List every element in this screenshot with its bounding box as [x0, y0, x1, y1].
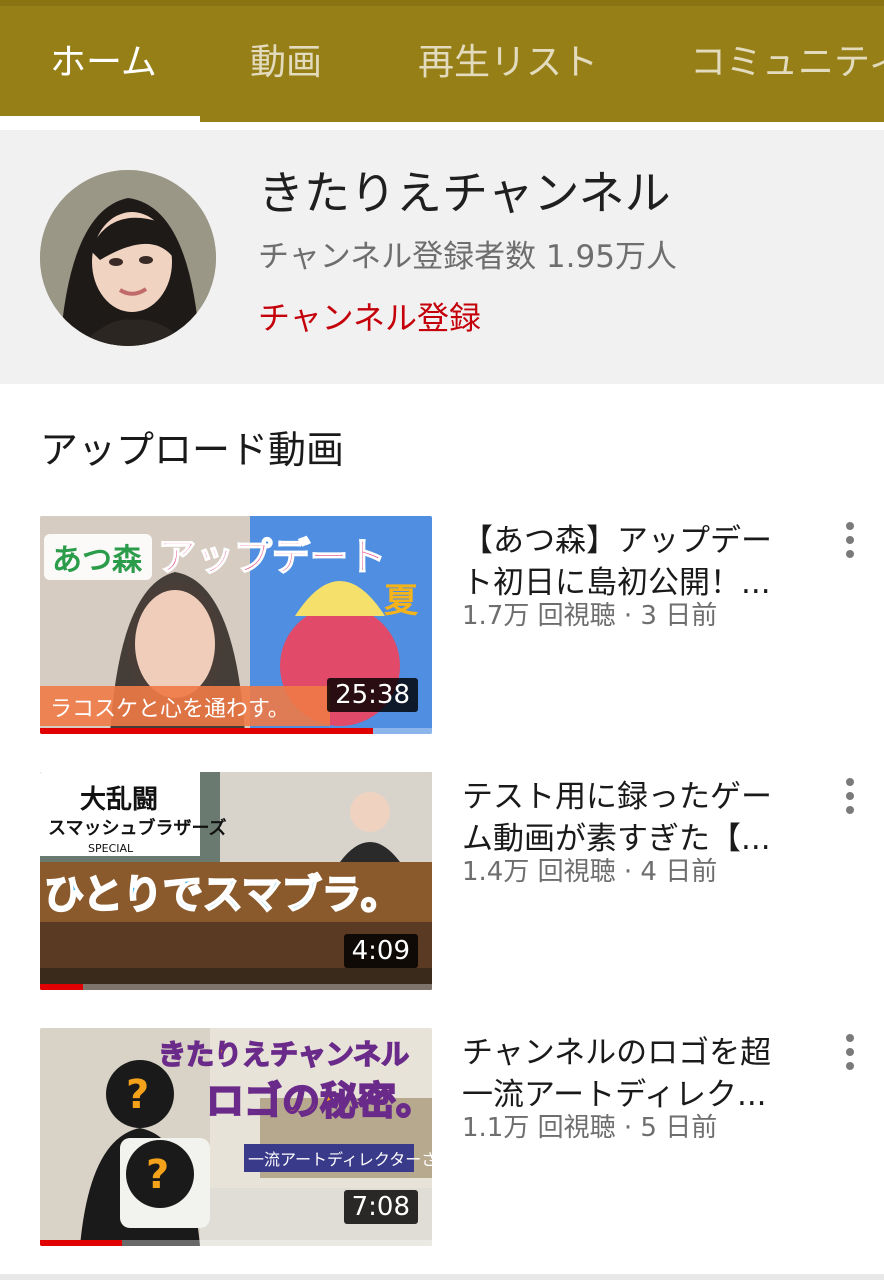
video-item[interactable]: ? ? きたりえチャンネル ロゴの秘密。 一流アートディレクターさん 7:08 …	[0, 1028, 884, 1248]
watch-progress-fill	[40, 728, 374, 734]
uploads-section-title: アップロード動画	[40, 428, 345, 472]
active-tab-indicator	[0, 116, 200, 122]
thumb-season-text: 夏	[384, 581, 419, 621]
channel-name: きたりえチャンネル	[258, 166, 671, 220]
thumb-logo-text: 大乱闘	[80, 785, 158, 815]
video-duration: 4:09	[343, 934, 418, 968]
more-options-icon[interactable]	[836, 1030, 864, 1074]
video-meta: 1.1万 回視聴 · 5 日前	[462, 1113, 718, 1143]
thumb-logo-text: スマッシュブラザーズ	[48, 817, 227, 839]
video-title-line: テスト用に録ったゲー	[462, 779, 772, 815]
avatar-portrait-image	[40, 170, 216, 346]
watch-progress-fill	[40, 1240, 123, 1246]
bottom-divider	[0, 1274, 884, 1280]
watch-progress-track	[40, 984, 432, 990]
thumb-headline-text: ひとりでスマブラ。	[44, 872, 401, 918]
video-meta: 1.4万 回視聴 · 4 日前	[462, 857, 718, 887]
channel-header: きたりえチャンネル チャンネル登録者数 1.95万人 チャンネル登録	[0, 130, 884, 384]
tab-videos[interactable]: 動画	[250, 38, 322, 88]
watch-progress-fill	[40, 984, 84, 990]
thumb-headline-text: アップデート	[158, 535, 386, 579]
tabbar-top-edge	[0, 0, 884, 6]
video-title[interactable]: チャンネルのロゴを超 一流アートディレク...	[462, 1032, 822, 1116]
thumb-headline-text: ロゴの秘密。	[206, 1079, 432, 1123]
video-item[interactable]: あつ森 アップデート 夏 ラコスケと心を通わす。 25:38 【あつ森】アップデ…	[0, 516, 884, 736]
more-options-icon[interactable]	[836, 774, 864, 818]
tab-community[interactable]: コミュニティ	[690, 38, 884, 88]
video-title[interactable]: 【あつ森】アップデー ト初日に島初公開！...	[462, 520, 822, 604]
thumb-caption-text: ラコスケと心を通わす。	[50, 697, 290, 722]
video-title-line: 【あつ森】アップデー	[462, 523, 772, 559]
channel-avatar[interactable]	[40, 170, 216, 346]
thumb-question-mark: ?	[126, 1072, 149, 1118]
thumb-logo-text: SPECIAL	[88, 842, 134, 855]
watch-progress-track	[40, 1240, 432, 1246]
thumb-question-mark: ?	[146, 1152, 169, 1198]
video-meta: 1.7万 回視聴 · 3 日前	[462, 601, 718, 631]
video-thumbnail[interactable]: 大乱闘 スマッシュブラザーズ SPECIAL ひとりでスマブラ。 4:09	[40, 772, 432, 990]
thumb-caption-text: 一流アートディレクターさん	[248, 1150, 432, 1169]
thumb-tag-text: あつ森	[52, 543, 143, 578]
more-options-icon[interactable]	[836, 518, 864, 562]
channel-tab-bar: ホーム 動画 再生リスト コミュニティ	[0, 0, 884, 122]
tab-playlists[interactable]: 再生リスト	[418, 38, 598, 88]
video-title[interactable]: テスト用に録ったゲー ム動画が素すぎた【...	[462, 776, 822, 860]
video-duration: 25:38	[327, 678, 418, 712]
video-duration: 7:08	[343, 1190, 418, 1224]
video-thumbnail[interactable]: ? ? きたりえチャンネル ロゴの秘密。 一流アートディレクターさん 7:08	[40, 1028, 432, 1246]
subscriber-count: チャンネル登録者数 1.95万人	[258, 239, 677, 275]
watch-progress-track	[40, 728, 432, 734]
video-title-line: チャンネルのロゴを超	[462, 1035, 772, 1071]
video-thumbnail[interactable]: あつ森 アップデート 夏 ラコスケと心を通わす。 25:38	[40, 516, 432, 734]
tab-home[interactable]: ホーム	[50, 38, 157, 88]
subscribe-button[interactable]: チャンネル登録	[258, 296, 481, 340]
thumb-headline-text: きたりえチャンネル	[158, 1038, 409, 1071]
video-item[interactable]: 大乱闘 スマッシュブラザーズ SPECIAL ひとりでスマブラ。 4:09 テス…	[0, 772, 884, 992]
